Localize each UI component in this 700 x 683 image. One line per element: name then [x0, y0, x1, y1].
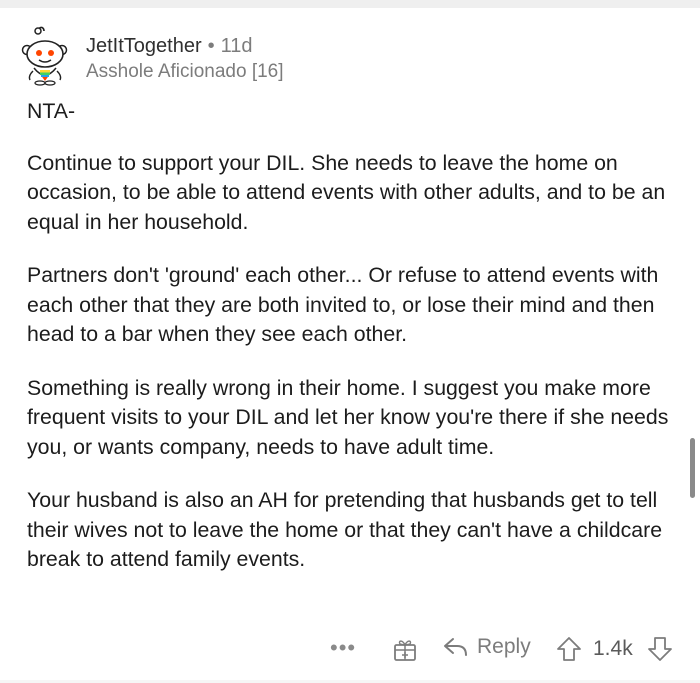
timestamp: 11d — [220, 35, 253, 57]
upvote-arrow-icon — [557, 637, 581, 661]
vote-score: 1.4k — [593, 637, 633, 660]
comment-body: NTA- Continue to support your DIL. She n… — [27, 97, 677, 575]
user-flair: Asshole Aficionado [16] — [86, 61, 284, 82]
username-link[interactable]: JetItTogether — [86, 35, 202, 57]
award-gift-icon — [394, 640, 416, 661]
scrollbar-thumb[interactable] — [690, 438, 695, 498]
upvote-button[interactable] — [556, 636, 582, 662]
comment-paragraph: NTA- — [27, 99, 76, 123]
more-options-button[interactable]: ••• — [330, 635, 356, 661]
comment-paragraph: Something is really wrong in their home.… — [27, 375, 669, 459]
reply-label: Reply — [477, 635, 531, 658]
downvote-button[interactable] — [647, 636, 673, 662]
downvote-arrow-icon — [648, 637, 672, 661]
meta-separator: • — [207, 35, 215, 57]
reply-button[interactable]: Reply — [443, 635, 531, 659]
comment-meta: JetItTogether • 11d Asshole Aficionado [16… — [86, 34, 284, 84]
comment-paragraph: Partners don't 'ground' each other... Or… — [27, 263, 659, 346]
reddit-snoo-avatar-icon — [21, 26, 68, 86]
comment-card: JetItTogether • 11d Asshole Aficionado [16… — [0, 0, 700, 683]
comment-paragraph: Continue to support your DIL. She needs … — [27, 150, 666, 234]
comment-actions-bar: ••• Reply 1.4k — [0, 633, 700, 667]
comment-meta-line: JetItTogether • 11d — [86, 34, 284, 58]
user-avatar[interactable] — [20, 24, 76, 86]
reply-arrow-icon — [444, 638, 467, 656]
award-button[interactable] — [393, 636, 417, 662]
comment-paragraph: Your husband is also an AH for pretendin… — [27, 488, 663, 571]
